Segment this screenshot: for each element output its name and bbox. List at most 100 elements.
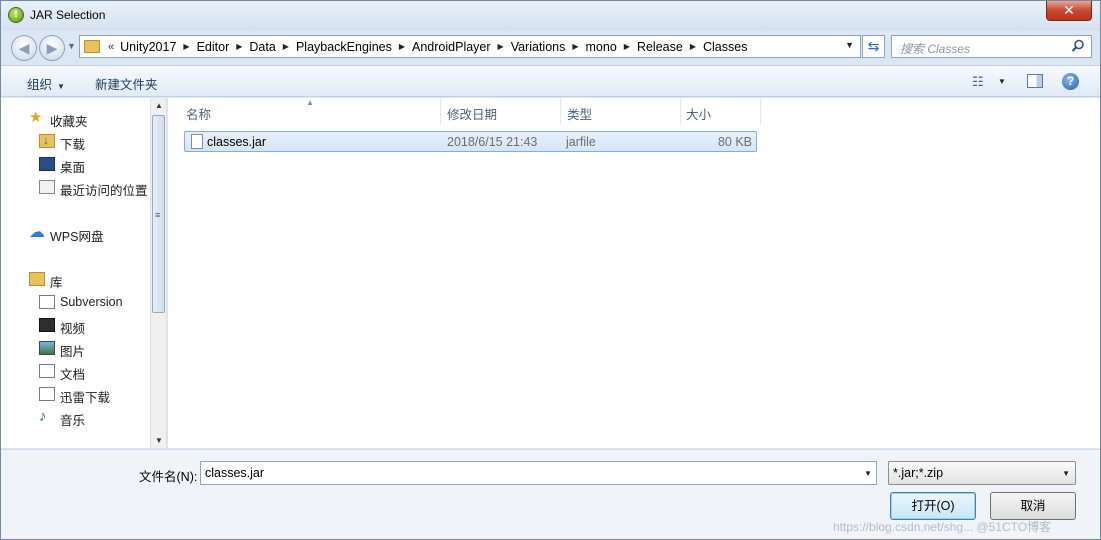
file-dialog-window: ! JAR Selection ✕ ◀ ▶ ▼ « Unity2017 ▶ Ed…: [0, 0, 1101, 540]
filename-value: classes.jar: [205, 466, 265, 480]
grip-icon: ≡: [155, 210, 161, 220]
chevron-right-icon[interactable]: ▶: [280, 42, 292, 51]
breadcrumb-item[interactable]: Variations: [507, 40, 570, 54]
sidebar-item-label: 收藏夹: [50, 115, 88, 129]
sidebar-item-label: 下载: [60, 138, 86, 152]
dialog-footer: 文件名(N): classes.jar ▼ *.jar;*.zip ▼ 打开(O…: [1, 449, 1100, 539]
chevron-right-icon[interactable]: ▶: [621, 42, 633, 51]
document-library-icon: [39, 387, 55, 401]
breadcrumb-item[interactable]: PlaybackEngines: [292, 40, 396, 54]
address-bar[interactable]: « Unity2017 ▶ Editor ▶ Data ▶ PlaybackEn…: [79, 35, 861, 58]
chevron-right-icon[interactable]: ▶: [569, 42, 581, 51]
scroll-up-icon[interactable]: ▲: [155, 101, 163, 110]
open-button[interactable]: 打开(O): [890, 492, 976, 520]
sidebar-item-label: 最近访问的位置: [60, 184, 148, 198]
view-options-icon[interactable]: ☷: [972, 74, 984, 90]
sidebar-scrollbar[interactable]: ▲ ≡ ▼: [150, 98, 166, 448]
sidebar-item-videos[interactable]: 视频: [39, 318, 86, 337]
chevron-right-icon[interactable]: ▶: [495, 42, 507, 51]
sidebar-item-music[interactable]: ♪ 音乐: [39, 409, 85, 429]
file-type-filter-select[interactable]: *.jar;*.zip ▼: [888, 461, 1076, 485]
column-header-name[interactable]: 名称: [186, 104, 211, 123]
scroll-down-icon[interactable]: ▼: [155, 436, 163, 445]
sidebar-item-wps-cloud[interactable]: ☁ WPS网盘: [29, 225, 104, 245]
sidebar-item-pictures[interactable]: 图片: [39, 341, 86, 360]
sidebar-item-thunder-downloads[interactable]: 迅雷下载: [39, 387, 110, 406]
column-divider[interactable]: [440, 98, 441, 124]
sidebar-item-subversion[interactable]: Subversion: [39, 295, 123, 309]
organize-button[interactable]: 组织 ▼: [27, 74, 65, 93]
breadcrumb-item[interactable]: Unity2017: [116, 40, 180, 54]
chevron-right-icon[interactable]: ▶: [233, 42, 245, 51]
breadcrumb-item[interactable]: mono: [582, 40, 621, 54]
breadcrumb-item[interactable]: Release: [633, 40, 687, 54]
search-icon[interactable]: [1071, 39, 1085, 53]
file-row[interactable]: classes.jar 2018/6/15 21:43 jarfile 80 K…: [184, 131, 757, 152]
column-divider[interactable]: [760, 98, 761, 124]
forward-button[interactable]: ▶: [39, 35, 65, 61]
folder-icon: [84, 40, 100, 53]
sidebar-item-recent-places[interactable]: 最近访问的位置: [39, 180, 148, 199]
sidebar-item-label: WPS网盘: [50, 230, 104, 244]
document-library-icon: [39, 295, 55, 309]
sort-ascending-icon: ▲: [306, 98, 314, 107]
column-divider[interactable]: [680, 98, 681, 124]
file-name: classes.jar: [207, 135, 267, 149]
file-date: 2018/6/15 21:43: [447, 135, 538, 149]
close-button[interactable]: ✕: [1046, 1, 1092, 21]
sidebar-item-label: 图片: [60, 345, 86, 359]
recent-pages-dropdown-icon[interactable]: ▼: [67, 41, 76, 51]
scrollbar-thumb[interactable]: ≡: [152, 115, 165, 313]
back-button[interactable]: ◀: [11, 35, 37, 61]
column-header-type[interactable]: 类型: [567, 104, 592, 123]
chevron-down-icon[interactable]: ▼: [1062, 469, 1070, 478]
address-dropdown-icon[interactable]: ▼: [845, 40, 854, 50]
breadcrumb-item[interactable]: Editor: [193, 40, 234, 54]
chevron-right-icon[interactable]: ▶: [180, 42, 192, 51]
sidebar-item-libraries[interactable]: 库: [29, 272, 63, 291]
new-folder-button[interactable]: 新建文件夹: [95, 74, 158, 93]
library-folder-icon: [29, 272, 45, 286]
cloud-icon: ☁: [29, 224, 45, 241]
chevron-down-icon[interactable]: ▼: [864, 469, 872, 478]
sidebar-item-favorites[interactable]: ★ 收藏夹: [29, 110, 88, 130]
sidebar-item-label: Subversion: [60, 295, 123, 309]
desktop-icon: [39, 157, 55, 171]
sidebar-item-label: 库: [50, 276, 63, 290]
breadcrumb-item[interactable]: Data: [245, 40, 279, 54]
breadcrumb-overflow[interactable]: «: [106, 41, 116, 53]
chevron-right-icon[interactable]: ▶: [687, 42, 699, 51]
sidebar-item-documents[interactable]: 文档: [39, 364, 86, 383]
sidebar-item-desktop[interactable]: 桌面: [39, 157, 86, 176]
picture-icon: [39, 341, 55, 355]
file-list: 名称 ▲ 修改日期 类型 大小 classes.jar 2018/6/15 21…: [168, 98, 1100, 448]
chevron-right-icon[interactable]: ▶: [396, 42, 408, 51]
column-divider[interactable]: [560, 98, 561, 124]
filename-label: 文件名(N):: [139, 470, 198, 484]
chevron-down-icon[interactable]: ▼: [998, 77, 1006, 86]
refresh-button[interactable]: ⇆: [862, 35, 885, 58]
title-bar: ! JAR Selection ✕: [1, 1, 1100, 31]
app-icon: !: [8, 7, 24, 23]
cancel-button[interactable]: 取消: [990, 492, 1076, 520]
filename-input[interactable]: classes.jar ▼: [200, 461, 877, 485]
preview-pane-icon[interactable]: [1027, 74, 1043, 88]
sidebar-item-label: 文档: [60, 368, 86, 382]
search-placeholder: 搜索 Classes: [900, 42, 971, 56]
window-title: JAR Selection: [30, 8, 106, 22]
sidebar-item-downloads[interactable]: 下载: [39, 133, 86, 153]
column-header-date[interactable]: 修改日期: [447, 104, 497, 123]
sidebar-item-label: 视频: [60, 322, 86, 336]
sidebar-item-label: 桌面: [60, 161, 86, 175]
search-input[interactable]: 搜索 Classes: [891, 35, 1092, 58]
file-type: jarfile: [566, 135, 596, 149]
navigation-bar: ◀ ▶ ▼ « Unity2017 ▶ Editor ▶ Data ▶ Play…: [1, 31, 1100, 63]
help-icon[interactable]: ?: [1062, 73, 1079, 90]
toolbar: 组织 ▼ 新建文件夹 ☷ ▼ ?: [1, 65, 1100, 97]
breadcrumb-item[interactable]: Classes: [699, 40, 751, 54]
navigation-pane: ★ 收藏夹 下载 桌面 最近访问的位置 ☁ WPS网盘 库 Subversion: [1, 98, 167, 448]
filter-value: *.jar;*.zip: [893, 466, 944, 480]
column-header-size[interactable]: 大小: [686, 104, 711, 123]
watermark: https://blog.csdn.net/shg... @51CTO博客: [833, 520, 1052, 534]
breadcrumb-item[interactable]: AndroidPlayer: [408, 40, 495, 54]
